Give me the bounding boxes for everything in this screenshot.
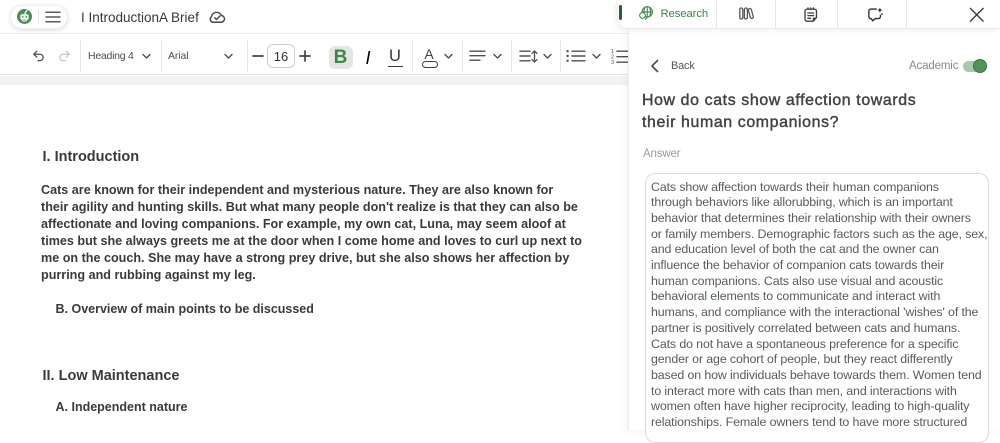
svg-text:3: 3 <box>611 60 614 64</box>
